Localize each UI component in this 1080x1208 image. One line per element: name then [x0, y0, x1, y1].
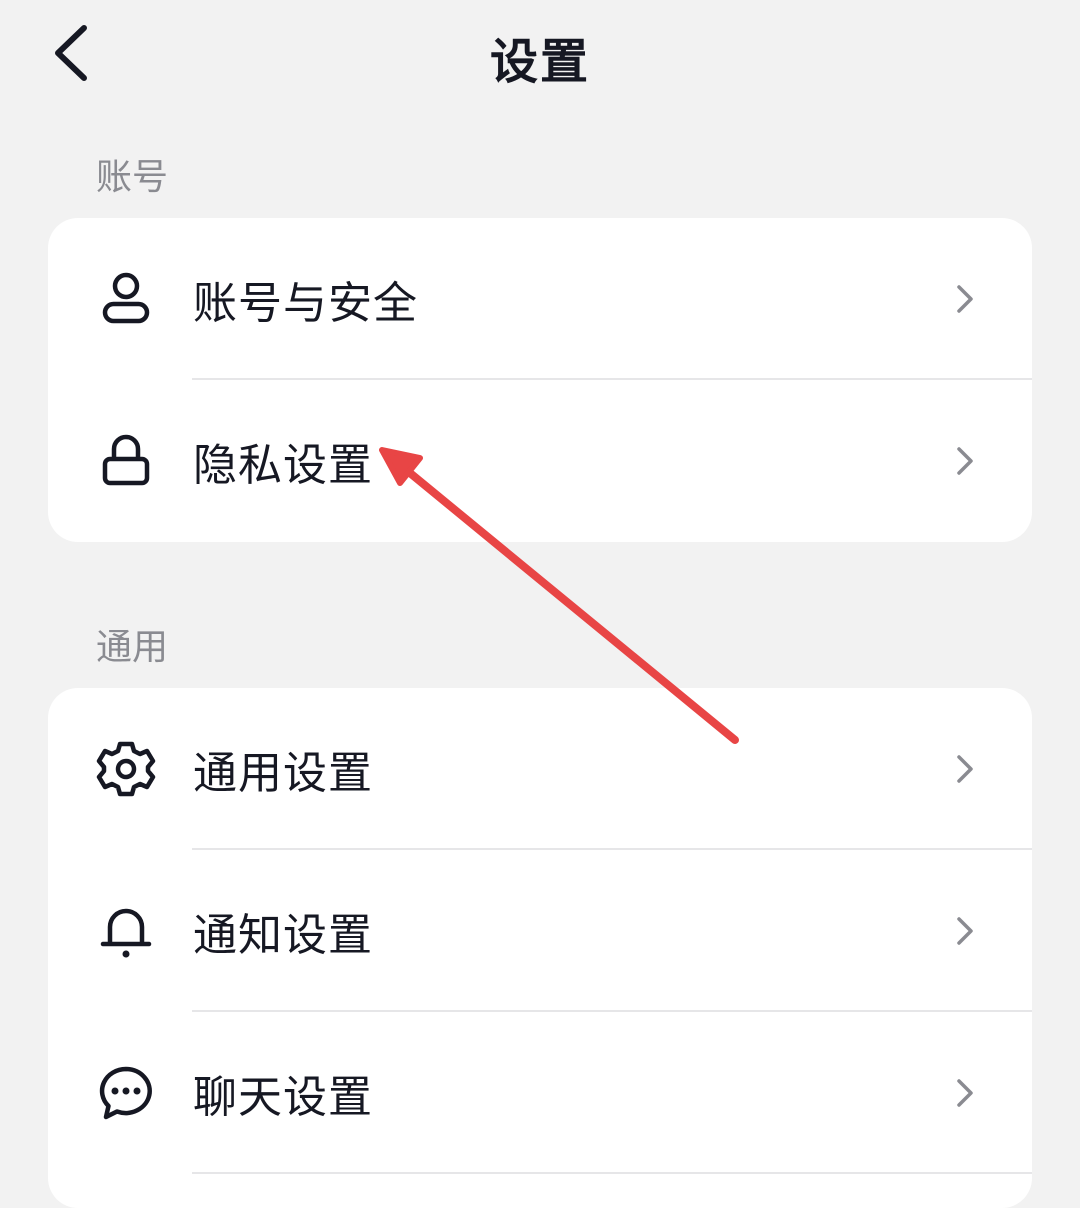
lock-icon — [102, 434, 150, 486]
bell-icon — [100, 908, 152, 958]
general-settings-card: 通用设置 通知设置 聊天设置 — [48, 688, 1032, 1208]
list-item-privacy-settings[interactable]: 隐私设置 — [48, 380, 1032, 542]
item-label: 账号与安全 — [193, 278, 418, 329]
chat-icon — [99, 1066, 152, 1120]
chevron-right-icon — [957, 1079, 973, 1107]
list-item-general-settings[interactable]: 通用设置 — [48, 688, 1032, 850]
item-label: 通用设置 — [193, 748, 373, 799]
top-nav-bar: 设置 — [0, 0, 1080, 110]
page-title: 设置 — [489, 34, 590, 90]
section-label-general: 通用 — [96, 627, 169, 668]
list-item-chat-settings[interactable]: 聊天设置 — [48, 1012, 1032, 1174]
chevron-right-icon — [957, 755, 973, 783]
list-item-account-security[interactable]: 账号与安全 — [48, 218, 1032, 380]
chevron-right-icon — [957, 917, 973, 945]
divider — [192, 1172, 1032, 1174]
chevron-right-icon — [957, 285, 973, 313]
list-item-notification-settings[interactable]: 通知设置 — [48, 850, 1032, 1012]
item-label: 聊天设置 — [193, 1072, 373, 1123]
user-icon — [102, 272, 150, 324]
chevron-right-icon — [957, 447, 973, 475]
account-settings-card: 账号与安全 隐私设置 — [48, 218, 1032, 542]
gear-icon — [96, 741, 156, 797]
section-label-account: 账号 — [96, 157, 169, 198]
item-label: 隐私设置 — [193, 440, 373, 491]
item-label: 通知设置 — [193, 910, 373, 961]
